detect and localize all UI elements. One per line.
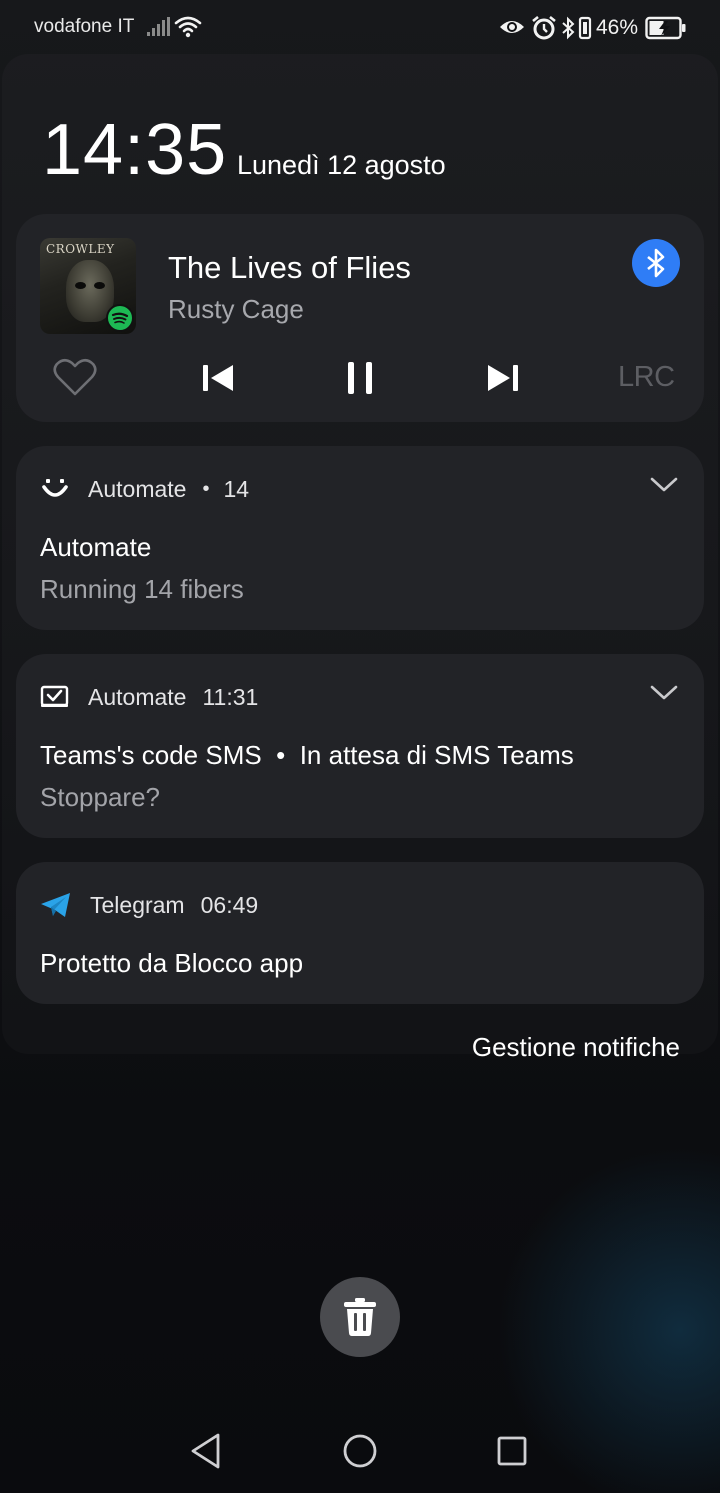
automate-smile-icon xyxy=(42,479,68,497)
eye-icon xyxy=(500,21,524,33)
alarm-icon xyxy=(532,16,556,40)
notification-automate-fibers[interactable]: Automate • 14 Automate Running 14 fibers xyxy=(16,446,704,630)
notification-body: Stoppare? xyxy=(40,782,160,812)
pause-icon[interactable] xyxy=(346,360,374,396)
battery-charging-icon xyxy=(645,16,686,40)
notification-app-name: Automate xyxy=(88,683,187,710)
nav-home-icon[interactable] xyxy=(342,1433,378,1469)
signal-icon xyxy=(147,17,170,36)
vibrate-icon xyxy=(578,16,592,40)
notification-time: 11:31 xyxy=(202,683,259,710)
album-art[interactable]: CROWLEY xyxy=(40,238,136,334)
like-heart-icon[interactable] xyxy=(52,358,98,398)
carrier-name: vodafone IT xyxy=(34,16,135,37)
bluetooth-icon xyxy=(562,16,575,40)
notification-title: Protetto da Blocco app xyxy=(40,948,304,978)
next-track-icon[interactable] xyxy=(486,364,520,392)
notification-header: Telegram 06:49 xyxy=(40,890,258,920)
separator-dot: • xyxy=(202,477,210,500)
telegram-icon xyxy=(41,893,70,917)
previous-track-icon[interactable] xyxy=(201,364,235,392)
notification-telegram[interactable]: Telegram 06:49 Protetto da Blocco app xyxy=(16,862,704,1004)
notification-title: Automate xyxy=(40,532,152,562)
status-bar: vodafone IT 46% xyxy=(0,0,720,56)
spotify-icon xyxy=(106,304,134,332)
notification-count: 14 xyxy=(223,475,250,502)
notification-header: Automate • 14 xyxy=(40,474,249,504)
automate-task-icon xyxy=(40,685,69,707)
lyrics-button[interactable]: LRC xyxy=(618,361,675,394)
notification-app-name: Automate xyxy=(88,475,187,502)
lockscreen-date: Lunedì 12 agosto xyxy=(237,150,446,180)
media-player-card[interactable]: CROWLEY The Lives of Flies Rusty Cage LR… xyxy=(16,214,704,422)
bluetooth-icon xyxy=(647,248,665,278)
clear-all-button[interactable] xyxy=(320,1277,400,1357)
lockscreen-clock: 14:35 xyxy=(42,110,228,190)
track-title: The Lives of Flies xyxy=(168,250,411,285)
track-artist: Rusty Cage xyxy=(168,294,304,324)
wifi-icon xyxy=(174,16,202,38)
notification-header: Automate 11:31 xyxy=(40,682,258,712)
nav-recents-icon[interactable] xyxy=(497,1436,527,1466)
trash-icon xyxy=(344,1298,376,1336)
battery-percent: 46% xyxy=(596,16,639,39)
album-art-text: CROWLEY xyxy=(46,242,115,256)
nav-back-icon[interactable] xyxy=(190,1433,222,1469)
notification-app-name: Telegram xyxy=(90,891,185,918)
notification-title: Teams's code SMS • In attesa di SMS Team… xyxy=(40,740,574,770)
notification-time: 06:49 xyxy=(200,891,259,918)
expand-chevron-icon[interactable] xyxy=(650,684,678,702)
manage-notifications-link[interactable]: Gestione notifiche xyxy=(472,1032,680,1063)
bluetooth-output-button[interactable] xyxy=(632,239,680,287)
notification-automate-sms[interactable]: Automate 11:31 Teams's code SMS • In att… xyxy=(16,654,704,838)
expand-chevron-icon[interactable] xyxy=(650,476,678,494)
notification-body: Running 14 fibers xyxy=(40,574,244,604)
